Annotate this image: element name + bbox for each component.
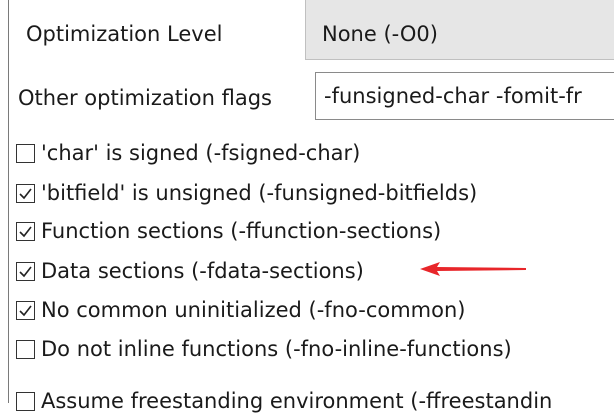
checkbox-row-signed-char[interactable]: 'char' is signed (-fsigned-char): [16, 138, 360, 168]
checkbox-signed-char[interactable]: [16, 143, 35, 163]
checkbox-label-no-common: No common uninitialized (-fno-common): [41, 298, 466, 322]
checkbox-unsigned-bitfields[interactable]: [16, 183, 35, 203]
other-optimization-flags-input[interactable]: -funsigned-char -fomit-fr: [315, 72, 614, 120]
other-optimization-flags-label: Other optimization flags: [18, 86, 272, 110]
checkmark-icon: [19, 188, 32, 199]
checkbox-row-function-sections[interactable]: Function sections (-ffunction-sections): [16, 216, 441, 246]
checkmark-icon: [19, 305, 32, 316]
checkbox-row-unsigned-bitfields[interactable]: 'bitfield' is unsigned (-funsigned-bitfi…: [16, 178, 477, 208]
checkmark-icon: [19, 226, 32, 237]
optimization-level-select[interactable]: None (-O0): [305, 0, 614, 60]
checkbox-label-freestanding: Assume freestanding environment (-ffrees…: [41, 389, 553, 413]
checkbox-row-no-common[interactable]: No common uninitialized (-fno-common): [16, 295, 465, 325]
checkbox-label-signed-char: 'char' is signed (-fsigned-char): [41, 141, 361, 165]
checkbox-label-data-sections: Data sections (-fdata-sections): [41, 259, 364, 283]
panel-left-border: [8, 0, 9, 403]
checkbox-no-common[interactable]: [16, 300, 35, 320]
checkbox-data-sections[interactable]: [16, 261, 35, 281]
checkmark-icon: [19, 266, 32, 277]
optimization-level-value: None (-O0): [322, 22, 438, 46]
checkbox-label-unsigned-bitfields: 'bitfield' is unsigned (-funsigned-bitfi…: [41, 181, 478, 205]
checkbox-row-data-sections[interactable]: Data sections (-fdata-sections): [16, 256, 364, 286]
checkbox-freestanding[interactable]: [16, 391, 35, 411]
checkbox-row-freestanding[interactable]: Assume freestanding environment (-ffrees…: [16, 386, 552, 416]
optimization-level-label: Optimization Level: [26, 22, 223, 46]
checkbox-row-no-inline-functions[interactable]: Do not inline functions (-fno-inline-fun…: [16, 334, 512, 364]
red-arrow-icon: [420, 262, 526, 276]
checkbox-label-function-sections: Function sections (-ffunction-sections): [41, 219, 442, 243]
checkbox-function-sections[interactable]: [16, 221, 35, 241]
checkbox-no-inline-functions[interactable]: [16, 339, 35, 359]
other-optimization-flags-value: -funsigned-char -fomit-fr: [324, 84, 582, 108]
checkbox-label-no-inline-functions: Do not inline functions (-fno-inline-fun…: [41, 337, 512, 361]
